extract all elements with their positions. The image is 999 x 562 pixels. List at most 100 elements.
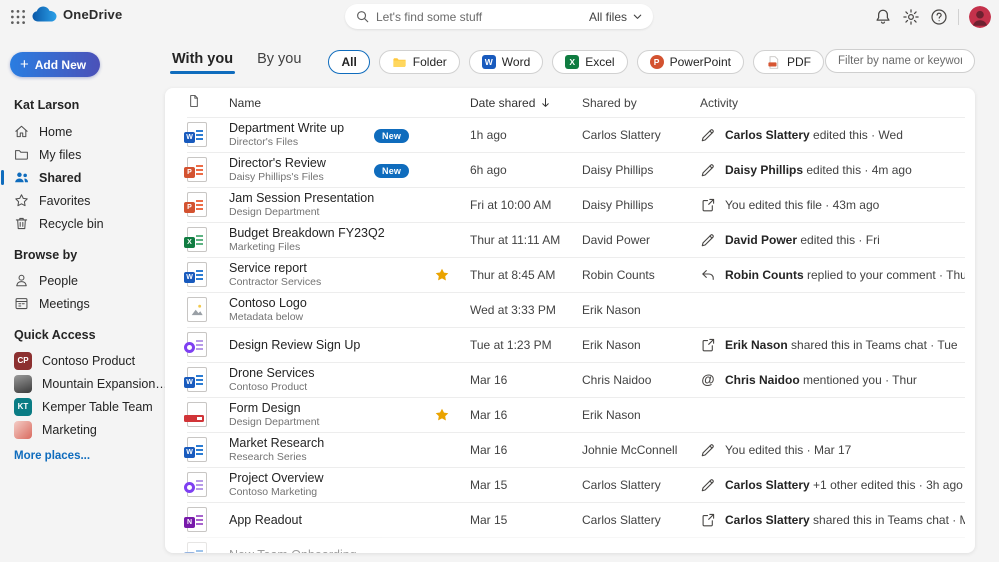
filter-pill-folder[interactable]: Folder (379, 50, 460, 74)
favorite-star-icon[interactable] (434, 267, 450, 283)
column-header-date-shared[interactable]: Date shared (470, 96, 582, 110)
tab-by-you[interactable]: By you (257, 51, 301, 74)
account-avatar[interactable] (969, 6, 991, 28)
design-file-icon (187, 472, 207, 497)
quick-access-item-kemper-table-team[interactable]: KTKemper Table Team (0, 395, 165, 418)
filter-pill-all[interactable]: All (328, 50, 369, 74)
file-row[interactable]: NApp ReadoutMar 15Carlos SlatteryCarlos … (165, 502, 975, 537)
file-row[interactable]: WService reportContractor ServicesThur a… (165, 257, 975, 292)
favorite-star-icon[interactable] (434, 407, 450, 423)
share-direction-tabs: With you By you (165, 51, 301, 74)
sidebar-item-my-files[interactable]: My files (0, 143, 165, 166)
sidebar-item-label: Recycle bin (39, 217, 104, 231)
shared-by: Chris Naidoo (582, 373, 700, 387)
date-shared: Mar 16 (470, 373, 582, 387)
filter-pill-powerpoint[interactable]: PPowerPoint (637, 50, 744, 74)
file-row[interactable]: WDrone ServicesContoso ProductMar 16Chri… (165, 362, 975, 397)
reply-icon (700, 267, 716, 283)
add-new-button[interactable]: + Add New (10, 52, 100, 77)
sidebar-item-home[interactable]: Home (0, 120, 165, 143)
file-row[interactable]: Contoso LogoMetadata belowWed at 3:33 PM… (165, 292, 975, 327)
shared-by: David Power (582, 233, 700, 247)
file-row[interactable]: WMarket ResearchResearch SeriesMar 16Joh… (165, 432, 975, 467)
sidebar-item-meetings[interactable]: Meetings (0, 292, 165, 315)
search-scope-dropdown[interactable]: All files (589, 10, 643, 24)
sidebar-item-people[interactable]: People (0, 269, 165, 292)
browse-by-heading: Browse by (14, 248, 165, 262)
date-shared: Mar 15 (470, 478, 582, 492)
sidebar-item-recycle-bin[interactable]: Recycle bin (0, 212, 165, 235)
file-row[interactable]: WNew Team Onboarding (165, 537, 975, 553)
column-header-name[interactable]: Name (229, 96, 374, 110)
date-shared: 1h ago (470, 128, 582, 142)
tab-with-you[interactable]: With you (172, 51, 233, 74)
file-name: Budget Breakdown FY23Q2 (229, 226, 374, 240)
onedrive-brand[interactable]: OneDrive (32, 6, 122, 22)
list-toolbar: With you By you All Folder WWord XExcel PPowe… (165, 47, 975, 77)
mountain-expansion-thumbnail-icon (14, 375, 32, 393)
date-shared: Mar 15 (470, 513, 582, 527)
file-row[interactable]: Design Review Sign UpTue at 1:23 PMErik … (165, 327, 975, 362)
word-file-icon: W (187, 262, 207, 287)
file-row[interactable]: Form DesignDesign DepartmentMar 16Erik N… (165, 397, 975, 432)
user-name: Kat Larson (14, 98, 165, 112)
file-location: Design Department (229, 206, 374, 218)
quick-access-item-mountain-expansion[interactable]: Mountain Expansion… (0, 372, 165, 395)
onedrive-logo-icon (32, 6, 57, 22)
sidebar-item-label: Home (39, 125, 72, 139)
filter-pill-label: PowerPoint (670, 55, 731, 69)
contoso-product-thumbnail-icon: CP (14, 352, 32, 370)
people-icon (14, 170, 29, 185)
file-name: Drone Services (229, 366, 374, 380)
design-file-icon (187, 332, 207, 357)
filter-pill-label: All (341, 55, 356, 69)
settings-gear-icon[interactable] (902, 8, 920, 26)
activity-text: Carlos Slattery +1 other edited this · 3… (725, 478, 963, 492)
quick-access-item-marketing[interactable]: Marketing (0, 418, 165, 441)
notifications-bell-icon[interactable] (874, 8, 892, 26)
edit-icon (700, 162, 716, 178)
activity-text: Chris Naidoo mentioned you · Thur (725, 373, 917, 387)
filter-input[interactable] (825, 49, 975, 73)
edit-icon (700, 477, 716, 493)
person-icon (14, 273, 29, 288)
primary-nav: Home My filesSharedFavorites Recycle bin (0, 120, 165, 235)
shared-by: Johnie McConnell (582, 443, 700, 457)
date-shared: 6h ago (470, 163, 582, 177)
filter-pill-excel[interactable]: XExcel (552, 50, 627, 74)
file-row[interactable]: Project OverviewContoso MarketingMar 15C… (165, 467, 975, 502)
file-row[interactable]: PDirector's ReviewDaisy Phillips's Files… (165, 152, 975, 187)
sidebar-item-shared[interactable]: Shared (0, 166, 165, 189)
sidebar-item-favorites[interactable]: Favorites (0, 189, 165, 212)
file-row[interactable]: WDepartment Write upDirector's FilesNew1… (165, 117, 975, 152)
calendar-icon (14, 296, 29, 311)
file-location: Daisy Phillips's Files (229, 171, 374, 183)
shared-by: Carlos Slattery (582, 478, 700, 492)
add-new-label: Add New (35, 58, 86, 72)
column-header-activity[interactable]: Activity (700, 96, 965, 110)
folder-icon (14, 147, 29, 162)
quick-access-item-contoso-product[interactable]: CP Contoso Product (0, 349, 165, 372)
sort-descending-icon (540, 97, 551, 108)
more-places-link[interactable]: More places... (14, 450, 90, 462)
shared-by: Carlos Slattery (582, 128, 700, 142)
sidebar-item-label: Contoso Product (42, 354, 135, 368)
folder-icon (392, 55, 407, 70)
filter-pill-pdf[interactable]: PDF (753, 50, 824, 74)
chevron-down-icon (632, 11, 643, 22)
shared-by: Erik Nason (582, 303, 700, 317)
file-row[interactable]: XBudget Breakdown FY23Q2Marketing FilesT… (165, 222, 975, 257)
search-box[interactable]: All files (345, 4, 653, 29)
file-type-filters: All Folder WWord XExcel PPowerPoint PDF (328, 50, 824, 74)
edit-icon (700, 442, 716, 458)
search-input[interactable] (370, 10, 589, 24)
file-location: Marketing Files (229, 241, 374, 253)
share-icon (700, 512, 716, 528)
help-icon[interactable] (930, 8, 948, 26)
sidebar-item-label: Mountain Expansion… (42, 377, 168, 391)
column-header-shared-by[interactable]: Shared by (582, 96, 700, 110)
filter-pill-word[interactable]: WWord (469, 50, 543, 74)
app-launcher-icon[interactable] (9, 8, 27, 26)
file-row[interactable]: PJam Session PresentationDesign Departme… (165, 187, 975, 222)
powerpoint-file-icon: P (187, 157, 207, 182)
